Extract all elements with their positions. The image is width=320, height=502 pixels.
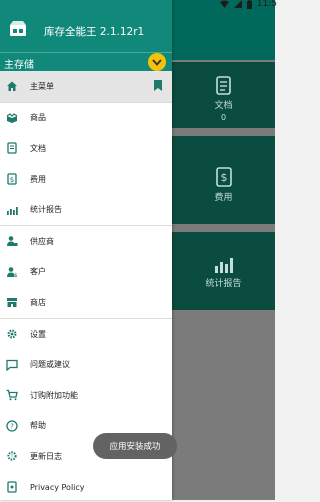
database-selector[interactable]: 主存储 (0, 52, 172, 71)
chevron-down-icon[interactable] (148, 53, 166, 71)
menu-item-privacy-policy[interactable]: Privacy Policy (0, 472, 172, 502)
tile-label: 文档 (214, 101, 233, 111)
menu-item-settings[interactable]: 设置 (0, 319, 172, 350)
menu-item-label: 统计报告 (30, 205, 62, 215)
menu-item-label: 商品 (30, 113, 46, 123)
tile-label: 费用 (214, 193, 233, 203)
svg-text:!: ! (11, 454, 13, 460)
menu-item-label: 更新日志 (30, 451, 62, 461)
signal-icon (233, 0, 242, 8)
bookmark-icon[interactable] (154, 80, 162, 91)
menu-item-label: 文档 (30, 143, 46, 153)
tile-documents[interactable]: 文档 0 (172, 62, 275, 128)
menu-item-addons[interactable]: 订购附加功能 (0, 380, 172, 411)
privacy-icon (6, 481, 18, 493)
menu-item-stores[interactable]: 商店 (0, 287, 172, 318)
menu-item-expenses[interactable]: $ 费用 (0, 164, 172, 195)
bar-chart-icon (6, 204, 18, 216)
document-icon (6, 142, 18, 155)
tile-statistics[interactable]: 统计报告 (172, 232, 275, 310)
menu-item-statistics[interactable]: 统计报告 (0, 194, 172, 225)
svg-text:$: $ (14, 273, 17, 278)
message-icon (6, 359, 18, 371)
menu-item-customers[interactable]: $ 客户 (0, 257, 172, 288)
toast-message: 应用安装成功 (93, 433, 177, 459)
battery-icon (246, 0, 252, 9)
svg-text:?: ? (10, 422, 14, 430)
menu-item-products[interactable]: 商品 (0, 103, 172, 134)
menu-item-label: 供应商 (30, 236, 54, 246)
gear-icon (6, 328, 18, 340)
receipt-dollar-icon: $ (6, 173, 18, 185)
menu-item-label: Privacy Policy (30, 482, 85, 492)
store-icon (6, 296, 18, 308)
database-label: 主存储 (4, 60, 34, 71)
customer-icon: $ (6, 266, 18, 278)
tile-label: 统计报告 (205, 279, 242, 289)
bar-chart-icon (214, 258, 233, 273)
menu-item-label: 主菜单 (30, 81, 54, 91)
help-icon: ? (6, 420, 18, 432)
menu-item-label: 订购附加功能 (30, 390, 78, 400)
status-time: 11:5 (256, 0, 277, 9)
menu-item-documents[interactable]: 文档 (0, 133, 172, 164)
menu-item-label: 客户 (30, 267, 46, 277)
tile-count: 0 (220, 113, 227, 122)
cart-icon (6, 389, 18, 401)
navigation-drawer: 库存全能王 2.1.12r1 主存储 主菜单 商品 文档 $ 费用 统计报告 供… (0, 0, 172, 500)
tile-expenses[interactable]: $ 费用 (172, 136, 275, 224)
changelog-icon: ! (6, 450, 18, 462)
menu-item-label: 设置 (30, 329, 46, 339)
svg-text:$: $ (220, 171, 227, 184)
status-bar: 11:5 (0, 0, 277, 10)
menu-item-label: 问题或建议 (30, 360, 70, 370)
app-logo-icon (10, 21, 26, 36)
wifi-icon (219, 0, 229, 8)
supplier-icon (6, 235, 18, 247)
menu-item-label: 商店 (30, 297, 46, 307)
app-title: 库存全能王 2.1.12r1 (44, 26, 145, 38)
home-icon (6, 80, 18, 92)
menu-item-label: 帮助 (30, 421, 46, 431)
svg-text:$: $ (10, 176, 14, 184)
document-icon (215, 76, 231, 95)
receipt-dollar-icon: $ (215, 167, 232, 187)
menu-item-feedback[interactable]: 问题或建议 (0, 349, 172, 380)
toast-text: 应用安装成功 (109, 442, 161, 452)
box-open-icon (6, 112, 18, 124)
menu-item-label: 费用 (30, 174, 46, 184)
menu-item-suppliers[interactable]: 供应商 (0, 226, 172, 257)
menu-item-main[interactable]: 主菜单 (0, 71, 172, 102)
